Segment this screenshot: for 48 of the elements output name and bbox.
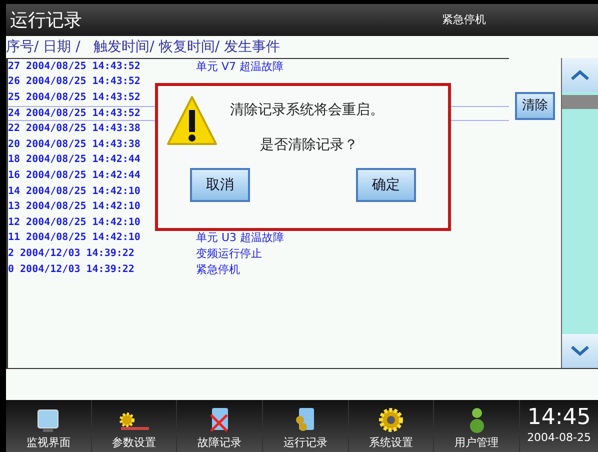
- user-icon: [468, 406, 485, 432]
- clock-date: 2004-08-25: [527, 430, 591, 446]
- event-text: 紧急停机: [196, 264, 240, 276]
- record-time: 18 2004/08/25 14:42:44: [8, 154, 142, 166]
- window-title: 运行记录: [10, 8, 82, 32]
- chevron-down-icon: [570, 345, 590, 357]
- record-time: 22 2004/08/25 14:43:38: [8, 123, 142, 136]
- record-row[interactable]: 2 2004/12/03 14:39:22 变频运行停止: [8, 246, 509, 262]
- taskbar-button[interactable]: 监视界面: [6, 400, 92, 452]
- scrollbar[interactable]: [561, 58, 598, 368]
- record-row[interactable]: 27 2004/08/25 14:43:52 单元 V7 超温故障: [8, 59, 509, 75]
- record-time: 13 2004/08/25 14:42:10: [8, 201, 142, 214]
- gear-icon: [378, 406, 404, 432]
- taskbar-button[interactable]: 用户管理: [434, 400, 520, 452]
- clear-button[interactable]: 清除: [515, 92, 555, 120]
- cancel-button[interactable]: 取消: [190, 168, 250, 202]
- table-header: 序号/ 日期 / 触发时间/ 恢复时间/ 发生事件: [6, 38, 282, 57]
- record-time: 11 2004/08/25 14:42:10: [8, 232, 142, 244]
- record-time: 0 2004/12/03 14:39:22: [8, 264, 136, 276]
- status-text: 紧急停机: [442, 12, 486, 28]
- record-row[interactable]: 11 2004/08/25 14:42:10 单元 U3 超温故障: [8, 230, 509, 246]
- taskbar-button[interactable]: 参数设置: [92, 400, 178, 452]
- record-time: 2 2004/12/03 14:39:22: [8, 248, 136, 260]
- event-text: 变频运行停止: [196, 248, 262, 260]
- record-time: 25 2004/08/25 14:43:52: [8, 92, 142, 104]
- record-time: 26 2004/08/25 14:43:52: [8, 76, 142, 88]
- event-text: 单元 V7 超温故障: [196, 60, 284, 73]
- taskbar-button[interactable]: 运行记录: [263, 400, 349, 452]
- chevron-up-icon: [570, 69, 590, 81]
- clock-time: 14:45: [527, 406, 591, 430]
- record-time: 24 2004/08/25 14:43:52: [8, 108, 142, 120]
- scroll-down-button[interactable]: [562, 334, 598, 368]
- confirm-button[interactable]: 确定: [356, 168, 416, 202]
- dialog-message: 清除记录系统将会重启。: [230, 101, 384, 120]
- warning-icon: [166, 94, 218, 146]
- document-gears-icon: [294, 406, 316, 432]
- record-time: 12 2004/08/25 14:42:10: [8, 216, 142, 229]
- record-time: 27 2004/08/25 14:43:52: [8, 60, 142, 73]
- gear-wrench-icon: [117, 410, 151, 432]
- scroll-up-button[interactable]: [562, 58, 598, 92]
- taskbar-button[interactable]: 系统设置: [348, 400, 434, 452]
- monitor-icon: [37, 408, 60, 432]
- record-row[interactable]: 0 2004/12/03 14:39:22 紧急停机: [8, 262, 509, 278]
- dialog-question: 是否清除记录？: [260, 136, 359, 155]
- scroll-thumb[interactable]: [562, 95, 598, 109]
- document-x-icon: [208, 406, 231, 432]
- taskbar-button[interactable]: 故障记录: [177, 400, 264, 452]
- event-text: 单元 U3 超温故障: [196, 232, 284, 244]
